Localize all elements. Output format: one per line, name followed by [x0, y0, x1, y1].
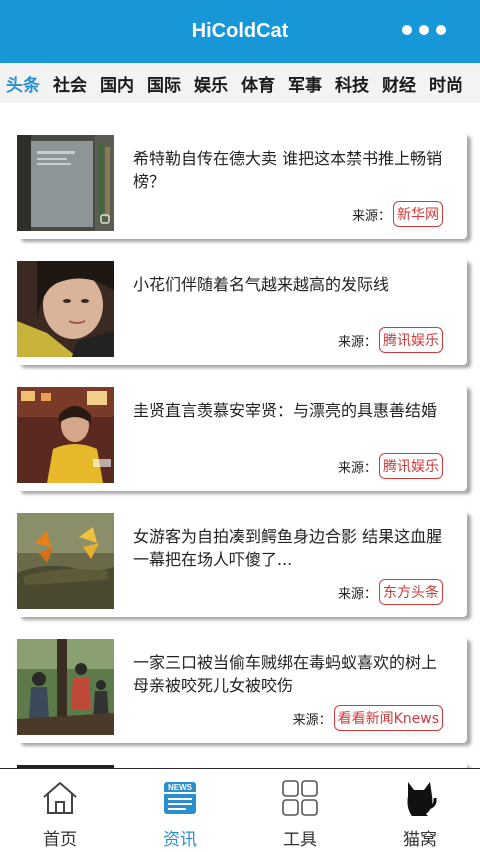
- news-thumbnail-tree: [17, 639, 114, 735]
- news-card[interactable]: 小花们伴随着名气越来越高的发际线 来源： 腾讯娱乐: [17, 259, 467, 365]
- news-card[interactable]: 圭贤直言羡慕安宰贤：与漂亮的具惠善结婚 来源： 腾讯娱乐: [17, 385, 467, 491]
- tab-entertainment[interactable]: 娱乐: [194, 71, 228, 96]
- news-thumbnail-crocodile: [17, 513, 114, 609]
- tab-military[interactable]: 军事: [288, 71, 322, 96]
- category-tabs: 头条 社会 国内 国际 娱乐 体育 军事 科技 财经 时尚: [0, 63, 480, 103]
- news-thumbnail-book: [17, 135, 114, 231]
- news-title: 希特勒自传在德大卖 谁把这本禁书推上畅销榜？: [133, 149, 443, 191]
- news-card[interactable]: 女游客为自拍凑到鳄鱼身边合影 结果这血腥一幕把在场人吓傻了... 来源： 东方头…: [17, 511, 467, 617]
- nav-cat-label: 猫窝: [403, 830, 437, 850]
- app-title: HiColdCat: [191, 20, 289, 42]
- nav-tools-label: 工具: [283, 830, 317, 850]
- nav-cat[interactable]: 猫窝: [360, 769, 480, 852]
- news-source: 来源： 看看新闻Knews: [293, 705, 443, 731]
- cat-icon: [402, 777, 438, 819]
- tab-finance[interactable]: 财经: [382, 71, 416, 96]
- news-title: 一家三口被当偷车贼绑在毒蚂蚁喜欢的树上 母亲被咬死儿女被咬伤: [133, 653, 438, 695]
- nav-home[interactable]: 首页: [0, 769, 120, 852]
- more-dots-icon[interactable]: [402, 22, 446, 38]
- tab-domestic[interactable]: 国内: [100, 71, 134, 96]
- tab-headlines[interactable]: 头条: [6, 71, 40, 96]
- app-screen: HiColdCat 头条 社会 国内 国际 娱乐 体育 军事 科技 财经 时尚: [0, 0, 480, 852]
- news-source: 来源： 腾讯娱乐: [338, 327, 443, 353]
- news-card[interactable]: 一家三口被当偷车贼绑在毒蚂蚁喜欢的树上 母亲被咬死儿女被咬伤 来源： 看看新闻K…: [17, 637, 467, 743]
- tools-grid-icon: [281, 777, 319, 819]
- dot: [402, 25, 412, 35]
- news-source: 来源： 新华网: [352, 201, 443, 227]
- source-label: 来源：: [337, 460, 377, 476]
- news-title: 小花们伴随着名气越来越高的发际线: [133, 275, 390, 294]
- tab-sports[interactable]: 体育: [241, 71, 275, 96]
- news-source: 来源： 东方头条: [338, 579, 443, 605]
- dot: [419, 25, 429, 35]
- dot: [436, 25, 446, 35]
- news-title: 圭贤直言羡慕安宰贤：与漂亮的具惠善结婚: [133, 401, 438, 420]
- source-tag[interactable]: 腾讯娱乐: [379, 453, 443, 479]
- app-header: HiColdCat: [0, 0, 480, 63]
- source-tag[interactable]: 看看新闻Knews: [333, 705, 443, 731]
- news-source: 来源： 腾讯娱乐: [338, 453, 443, 479]
- news-title: 女游客为自拍凑到鳄鱼身边合影 结果这血腥一幕把在场人吓傻了...: [133, 527, 443, 569]
- tab-fashion[interactable]: 时尚: [429, 71, 463, 96]
- news-list[interactable]: 希特勒自传在德大卖 谁把这本禁书推上畅销榜？ 来源： 新华网 小花们伴随着名气越…: [0, 103, 480, 768]
- tab-tech[interactable]: 科技: [335, 71, 369, 96]
- nav-tools[interactable]: 工具: [240, 769, 360, 852]
- source-label: 来源：: [292, 712, 332, 728]
- nav-home-label: 首页: [43, 830, 77, 850]
- nav-news-label: 资讯: [163, 830, 197, 850]
- source-tag[interactable]: 腾讯娱乐: [379, 327, 443, 353]
- tab-society[interactable]: 社会: [53, 71, 87, 96]
- home-icon: [41, 777, 79, 819]
- source-label: 来源：: [351, 208, 391, 224]
- news-thumbnail-tvshow: [17, 387, 114, 483]
- source-tag[interactable]: 新华网: [393, 201, 443, 227]
- news-icon: NEWS: [162, 777, 198, 819]
- source-tag[interactable]: 东方头条: [379, 579, 443, 605]
- news-card[interactable]: 希特勒自传在德大卖 谁把这本禁书推上畅销榜？ 来源： 新华网: [17, 133, 467, 239]
- news-badge-text: NEWS: [168, 783, 193, 792]
- source-label: 来源：: [337, 586, 377, 602]
- bottom-nav: 首页 NEWS 资讯 工具 猫窝: [0, 768, 480, 852]
- source-label: 来源：: [337, 334, 377, 350]
- tab-international[interactable]: 国际: [147, 71, 181, 96]
- news-thumbnail-actress: [17, 261, 114, 357]
- nav-news[interactable]: NEWS 资讯: [120, 769, 240, 852]
